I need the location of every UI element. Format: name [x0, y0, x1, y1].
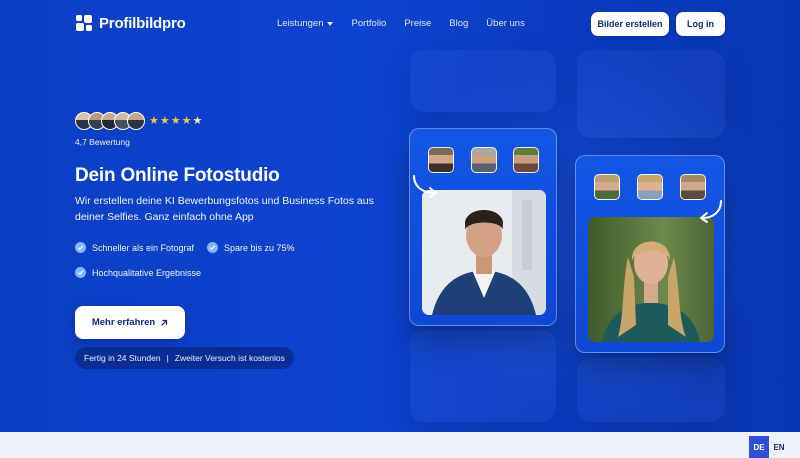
- background-card: [577, 50, 725, 138]
- main-menu: Leistungen Portfolio Preise Blog Über un…: [277, 18, 525, 29]
- background-card: [410, 330, 556, 422]
- arrow-up-right-icon: [161, 319, 168, 326]
- portrait-card-man: [409, 128, 557, 326]
- menu-item-portfolio[interactable]: Portfolio: [351, 18, 386, 29]
- info-separator: |: [166, 353, 169, 363]
- check-circle-icon: [75, 242, 86, 253]
- feature-label: Hochqualitative Ergebnisse: [92, 267, 202, 278]
- rating-stars: ★ ★ ★ ★ ★: [149, 115, 202, 127]
- feature-item: Schneller als ein Fotograf: [75, 242, 194, 253]
- selfie-thumbnail: [680, 174, 706, 200]
- reviewer-avatars: [75, 112, 145, 130]
- info-pill: Fertig in 24 Stunden | Zweiter Versuch i…: [75, 347, 294, 369]
- selfie-thumbnail: [513, 147, 539, 173]
- create-images-button[interactable]: Bilder erstellen: [591, 12, 669, 36]
- selfie-thumbnail: [594, 174, 620, 200]
- generated-portrait: [422, 190, 546, 315]
- background-card: [410, 50, 556, 112]
- menu-item-blog[interactable]: Blog: [449, 18, 468, 29]
- portrait-card-woman: [575, 155, 725, 353]
- star-icon: ★: [159, 115, 170, 127]
- feature-item: Hochqualitative Ergebnisse: [75, 267, 201, 278]
- menu-item-label: Über uns: [486, 18, 525, 29]
- footer-bar: [0, 432, 800, 458]
- curved-arrow-icon: [700, 200, 722, 223]
- brand-logo[interactable]: Profilbildpro: [75, 14, 186, 32]
- menu-item-label: Portfolio: [351, 18, 387, 29]
- rating-text: 4,7 Bewertung: [75, 137, 130, 147]
- menu-item-label: Leistungen: [277, 18, 324, 29]
- menu-item-preise[interactable]: Preise: [404, 18, 431, 29]
- background-card: [577, 358, 725, 422]
- hero-subtitle: Wir erstellen deine KI Bewerbungsfotos u…: [75, 195, 374, 223]
- star-icon: ★: [149, 115, 159, 127]
- language-de-button[interactable]: DE: [749, 436, 769, 458]
- menu-item-label: Blog: [449, 18, 469, 29]
- hero-title: Dein Online Fotostudio: [75, 165, 280, 186]
- menu-item-leistungen[interactable]: Leistungen: [277, 18, 334, 29]
- star-icon: ★: [192, 115, 203, 127]
- check-circle-icon: [75, 267, 86, 278]
- star-icon: ★: [181, 115, 192, 127]
- feature-label: Schneller als ein Fotograf: [92, 242, 195, 253]
- login-button[interactable]: Log in: [676, 12, 725, 36]
- menu-item-ueber-uns[interactable]: Über uns: [486, 18, 525, 29]
- star-icon: ★: [170, 115, 181, 127]
- info-delivery-time: Fertig in 24 Stunden: [84, 353, 161, 363]
- caret-down-icon: [327, 21, 334, 26]
- menu-item-label: Preise: [404, 18, 432, 29]
- check-circle-icon: [207, 242, 218, 253]
- language-en-button[interactable]: EN: [769, 436, 789, 458]
- avatar: [127, 112, 145, 130]
- top-navigation: Profilbildpro Leistungen Portfolio Preis…: [0, 0, 800, 48]
- selfie-thumbnail: [637, 174, 663, 200]
- learn-more-label: Mehr erfahren: [91, 317, 156, 328]
- info-second-try: Zweiter Versuch ist kostenlos: [174, 353, 285, 363]
- learn-more-button[interactable]: Mehr erfahren: [75, 306, 185, 339]
- feature-item: Spare bis zu 75%: [207, 242, 295, 253]
- logo-icon: [76, 15, 92, 31]
- generated-portrait: [588, 217, 714, 342]
- feature-label: Spare bis zu 75%: [224, 242, 295, 253]
- brand-name: Profilbildpro: [99, 14, 186, 32]
- curved-arrow-icon: [413, 175, 437, 198]
- selfie-thumbnail: [471, 147, 497, 173]
- selfie-thumbnail: [428, 147, 454, 173]
